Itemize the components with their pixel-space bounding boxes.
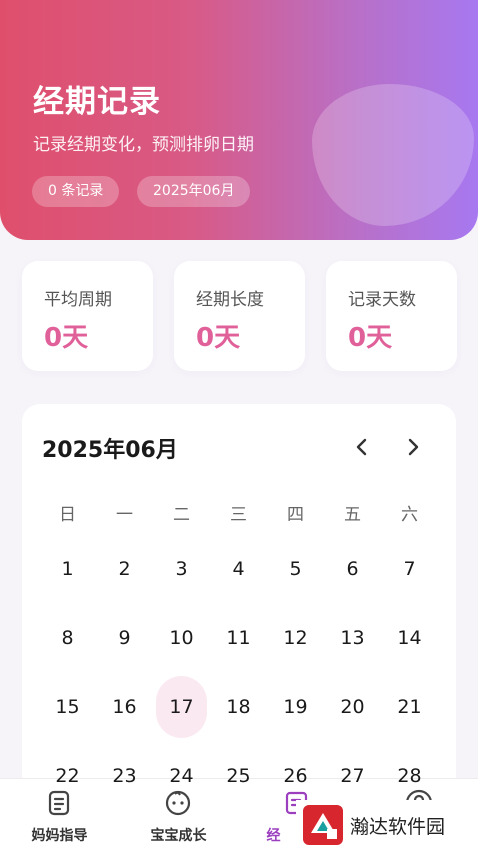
next-month-button[interactable] <box>398 432 428 462</box>
calendar-day[interactable]: 20 <box>324 676 381 738</box>
calendar-day[interactable]: 18 <box>210 676 267 738</box>
stat-value: 0天 <box>348 323 393 353</box>
calendar-day[interactable]: 2 <box>96 538 153 600</box>
weekday-label: 三 <box>230 505 247 525</box>
header-banner: 经期记录 记录经期变化，预测排卵日期 0 条记录 2025年06月 <box>0 0 478 240</box>
calendar-day[interactable]: 11 <box>210 607 267 669</box>
calendar-month-title: 2025年06月 <box>42 438 178 463</box>
stat-value: 0天 <box>196 323 241 353</box>
stat-value: 0天 <box>44 323 89 353</box>
calendar-week-row: 15 16 17 18 19 20 21 <box>39 676 439 738</box>
calendar-day[interactable]: 14 <box>381 607 438 669</box>
calendar-day[interactable]: 21 <box>381 676 438 738</box>
current-month-badge: 2025年06月 <box>137 176 251 207</box>
stat-card-period-length: 经期长度 0天 <box>174 261 305 371</box>
weekday-label: 四 <box>287 505 304 525</box>
weekday-label: 六 <box>401 505 418 525</box>
page-title: 经期记录 <box>33 84 161 120</box>
calendar-day[interactable]: 7 <box>381 538 438 600</box>
previous-month-button[interactable] <box>347 432 377 462</box>
tab-mom-guide[interactable]: 妈妈指导 <box>0 779 119 850</box>
calendar-day[interactable]: 19 <box>267 676 324 738</box>
document-icon <box>48 790 70 816</box>
weekday-label: 二 <box>173 505 190 525</box>
calendar-day-today[interactable]: 17 <box>153 676 210 738</box>
calendar-day[interactable]: 16 <box>96 676 153 738</box>
record-count-badge: 0 条记录 <box>32 176 120 207</box>
calendar-day[interactable]: 3 <box>153 538 210 600</box>
page: 经期记录 记录经期变化，预测排卵日期 0 条记录 2025年06月 平均周期 0… <box>0 0 478 850</box>
calendar-day[interactable]: 1 <box>39 538 96 600</box>
weekday-label: 五 <box>344 505 361 525</box>
weekday-label: 日 <box>59 505 76 525</box>
page-subtitle: 记录经期变化，预测排卵日期 <box>33 135 254 155</box>
stat-card-record-days: 记录天数 0天 <box>326 261 457 371</box>
calendar-week-row: 8 9 10 11 12 13 14 <box>39 607 439 669</box>
calendar-week-row: 1 2 3 4 5 6 7 <box>39 538 439 600</box>
calendar-day[interactable]: 15 <box>39 676 96 738</box>
calendar-day[interactable]: 8 <box>39 607 96 669</box>
chevron-right-icon <box>408 438 419 456</box>
calendar-day[interactable]: 6 <box>324 538 381 600</box>
stat-label: 平均周期 <box>44 290 112 310</box>
decorative-blob <box>312 84 474 226</box>
watermark: 瀚达软件园 <box>296 800 478 850</box>
weekday-header: 日 一 二 三 四 五 六 <box>39 500 439 525</box>
stat-card-average-cycle: 平均周期 0天 <box>22 261 153 371</box>
tab-label: 妈妈指导 <box>31 828 88 844</box>
weekday-label: 一 <box>116 505 133 525</box>
calendar-day[interactable]: 5 <box>267 538 324 600</box>
calendar-day[interactable]: 9 <box>96 607 153 669</box>
watermark-logo-icon <box>303 805 343 845</box>
watermark-text: 瀚达软件园 <box>350 816 446 838</box>
calendar-day[interactable]: 10 <box>153 607 210 669</box>
stat-label: 经期长度 <box>196 290 264 310</box>
calendar-day[interactable]: 12 <box>267 607 324 669</box>
stat-label: 记录天数 <box>348 290 416 310</box>
calendar-day[interactable]: 4 <box>210 538 267 600</box>
calendar-day[interactable]: 13 <box>324 607 381 669</box>
chevron-left-icon <box>356 438 367 456</box>
baby-face-icon <box>165 790 191 816</box>
